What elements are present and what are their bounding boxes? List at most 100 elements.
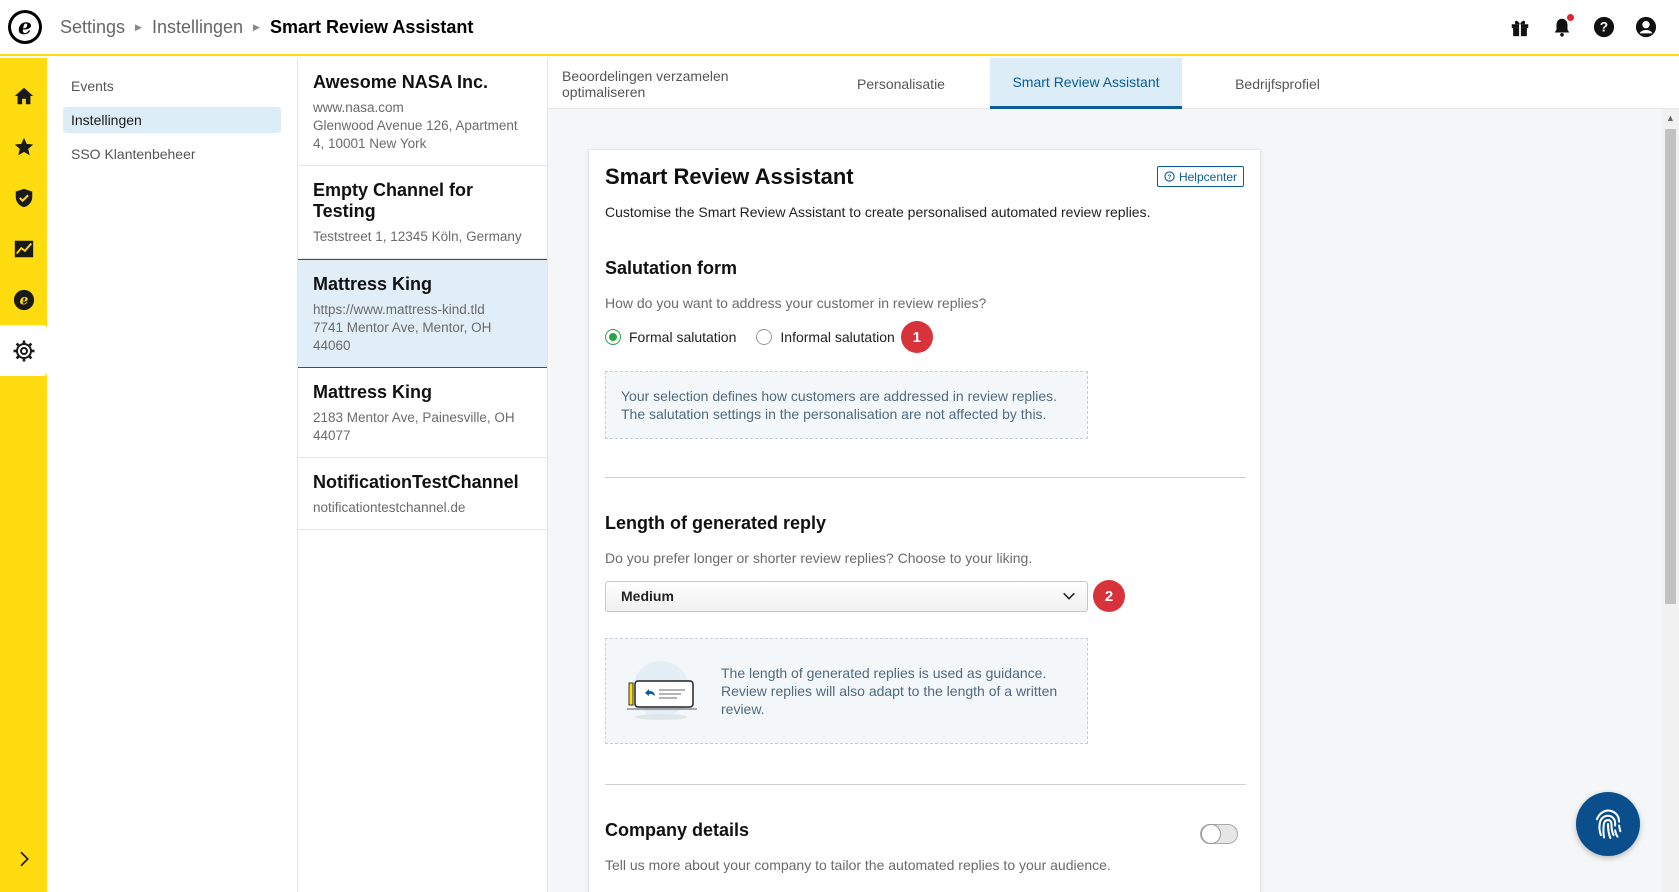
salutation-question: How do you want to address your customer… bbox=[605, 295, 987, 311]
left-rail: e bbox=[0, 58, 47, 892]
channel-name: Mattress King bbox=[313, 382, 433, 402]
channel-detail: 2183 Mentor Ave, Painesville, OH bbox=[313, 410, 515, 425]
top-bar: e Settings ▶ Instellingen ▶ Smart Review… bbox=[0, 0, 1679, 56]
rail-analytics[interactable] bbox=[0, 223, 47, 274]
chevron-right-icon bbox=[19, 851, 29, 867]
radio-button-checked[interactable] bbox=[605, 329, 621, 345]
rail-reviews[interactable] bbox=[0, 121, 47, 172]
breadcrumb-current: Smart Review Assistant bbox=[269, 16, 474, 37]
step-badge-1: 1 bbox=[900, 321, 933, 353]
company-question: Tell us more about your company to tailo… bbox=[605, 857, 1111, 873]
radio-informal-salutation[interactable]: Informal salutation bbox=[756, 329, 895, 345]
channel-item[interactable]: Mattress King 2183 Mentor Ave, Painesvil… bbox=[298, 368, 547, 458]
info-text: review. bbox=[721, 701, 765, 717]
info-text: Review replies will also adapt to the le… bbox=[721, 683, 1058, 699]
channel-detail: www.nasa.com bbox=[313, 100, 404, 115]
settings-subnav: Events Instellingen SSO Klantenbeheer bbox=[47, 58, 298, 892]
company-section-header: Company details bbox=[605, 820, 1244, 844]
channel-detail: notificationtestchannel.de bbox=[313, 500, 466, 515]
salutation-info-box: Your selection defines how customers are… bbox=[605, 371, 1088, 439]
bell-icon[interactable] bbox=[1549, 14, 1575, 40]
info-text: The salutation settings in the personali… bbox=[621, 406, 1047, 422]
rail-expand-button[interactable] bbox=[0, 850, 47, 868]
fingerprint-icon bbox=[1595, 809, 1622, 839]
svg-text:?: ? bbox=[1600, 20, 1608, 35]
logo-e-glyph: e bbox=[11, 13, 39, 41]
length-question: Do you prefer longer or shorter review r… bbox=[605, 550, 1033, 566]
helpcenter-label: Helpcenter bbox=[1178, 169, 1237, 184]
main-scrollbar[interactable]: ▲ bbox=[1662, 109, 1679, 892]
info-text: Your selection defines how customers are… bbox=[621, 388, 1058, 404]
subnav-item-sso-klantenbeheer[interactable]: SSO Klantenbeheer bbox=[63, 141, 281, 167]
svg-text:?: ? bbox=[1168, 174, 1172, 181]
radio-label: Formal salutation bbox=[629, 329, 737, 345]
tab-bar: Beoordelingen verzamelen optimaliseren P… bbox=[548, 58, 1679, 109]
channel-detail: 44060 bbox=[313, 338, 351, 353]
star-icon bbox=[14, 137, 33, 155]
reply-length-select[interactable]: Medium bbox=[605, 580, 1088, 612]
gift-icon[interactable] bbox=[1507, 14, 1533, 40]
breadcrumb-settings[interactable]: Settings bbox=[60, 17, 125, 38]
fingerprint-fab-button[interactable] bbox=[1576, 792, 1640, 856]
reply-illustration-icon bbox=[627, 661, 697, 720]
channel-detail: 7741 Mentor Ave, Mentor, OH bbox=[313, 320, 492, 335]
rail-etrusted[interactable]: e bbox=[0, 274, 47, 325]
subnav-item-events[interactable]: Events bbox=[63, 73, 281, 99]
radio-label: Informal salutation bbox=[780, 329, 895, 345]
channel-item-selected[interactable]: Mattress King https://www.mattress-kind.… bbox=[298, 259, 547, 368]
notification-dot bbox=[1567, 14, 1574, 21]
home-icon bbox=[14, 87, 33, 104]
tab-personalisatie[interactable]: Personalisatie bbox=[812, 58, 990, 109]
tab-bedrijfsprofiel[interactable]: Bedrijfsprofiel bbox=[1182, 58, 1373, 109]
breadcrumb-separator-icon: ▶ bbox=[135, 21, 142, 32]
top-icon-group: ? bbox=[1507, 14, 1659, 40]
length-info-box: The length of generated replies is used … bbox=[605, 638, 1088, 744]
channel-name: Mattress King bbox=[313, 274, 433, 294]
card-title: Smart Review Assistant bbox=[605, 164, 854, 189]
channel-item[interactable]: Empty Channel for Testing Teststreet 1, … bbox=[298, 166, 547, 259]
helpcenter-button[interactable]: ? Helpcenter bbox=[1156, 166, 1244, 187]
user-icon[interactable] bbox=[1633, 14, 1659, 40]
breadcrumb-instellingen[interactable]: Instellingen bbox=[152, 17, 243, 38]
step-badge-2: 2 bbox=[1093, 580, 1125, 612]
channel-detail: Glenwood Avenue 126, Apartment bbox=[313, 118, 518, 133]
length-info-text: The length of generated replies is used … bbox=[721, 664, 1057, 718]
chevron-down-icon bbox=[1063, 592, 1075, 600]
salutation-options: Formal salutation Informal salutation 1 bbox=[605, 321, 1244, 353]
breadcrumb-separator-icon: ▶ bbox=[253, 21, 260, 32]
scroll-up-arrow-icon[interactable]: ▲ bbox=[1662, 109, 1679, 126]
channel-item[interactable]: NotificationTestChannel notificationtest… bbox=[298, 458, 547, 530]
company-details-toggle[interactable] bbox=[1200, 824, 1238, 844]
smart-review-assistant-card: Smart Review Assistant ? Helpcenter Cust… bbox=[588, 149, 1261, 892]
subnav-item-instellingen[interactable]: Instellingen bbox=[63, 107, 281, 133]
channel-detail: https://www.mattress-kind.tld bbox=[313, 302, 485, 317]
channel-item[interactable]: Awesome NASA Inc. www.nasa.com Glenwood … bbox=[298, 58, 547, 166]
help-icon[interactable]: ? bbox=[1591, 14, 1617, 40]
salutation-title: Salutation form bbox=[605, 258, 738, 278]
section-divider bbox=[605, 784, 1246, 785]
scroll-thumb[interactable] bbox=[1665, 129, 1676, 604]
etrusted-logo[interactable]: e bbox=[8, 10, 42, 44]
info-text: The length of generated replies is used … bbox=[721, 665, 1047, 681]
tab-smart-review-assistant[interactable]: Smart Review Assistant bbox=[990, 58, 1182, 109]
rail-settings[interactable] bbox=[0, 325, 47, 376]
gear-icon bbox=[13, 340, 34, 361]
radio-button[interactable] bbox=[756, 329, 773, 345]
etrusted-icon: e bbox=[13, 289, 34, 310]
radio-formal-salutation[interactable]: Formal salutation bbox=[605, 329, 736, 345]
company-title: Company details bbox=[605, 820, 750, 840]
analytics-icon bbox=[14, 240, 33, 257]
select-value: Medium bbox=[621, 588, 674, 604]
channel-detail: Teststreet 1, 12345 Köln, Germany bbox=[313, 229, 522, 244]
card-description: Customise the Smart Review Assistant to … bbox=[605, 204, 1151, 220]
help-circle-icon: ? bbox=[1164, 171, 1175, 182]
length-select-row: Medium 2 bbox=[605, 580, 1244, 612]
channel-name: NotificationTestChannel bbox=[313, 472, 519, 492]
tab-beoordelingen[interactable]: Beoordelingen verzamelen optimaliseren bbox=[548, 58, 812, 109]
rail-home[interactable] bbox=[0, 70, 47, 121]
breadcrumb: Settings ▶ Instellingen ▶ Smart Review A… bbox=[60, 17, 473, 38]
rail-trust[interactable] bbox=[0, 172, 47, 223]
channel-detail: 44077 bbox=[313, 428, 351, 443]
shield-check-icon bbox=[15, 188, 32, 207]
main-content: Beoordelingen verzamelen optimaliseren P… bbox=[548, 58, 1679, 892]
